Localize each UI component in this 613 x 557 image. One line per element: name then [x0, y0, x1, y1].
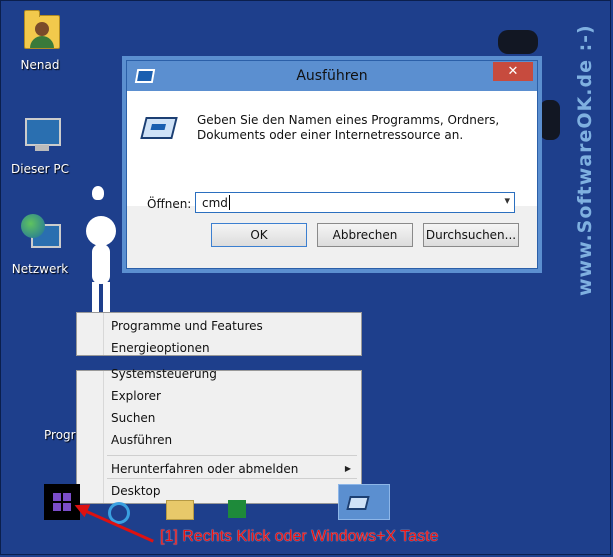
cancel-button[interactable]: Abbrechen — [317, 223, 413, 247]
taskbar-run-icon[interactable] — [338, 484, 390, 520]
run-program-icon — [140, 117, 178, 139]
menu-item-control-panel[interactable]: Systemsteuerung — [111, 367, 217, 381]
menu-separator — [107, 478, 357, 479]
desktop-icon-programs[interactable]: Progr — [26, 428, 76, 442]
watermark-text: www.SoftwareOK.de :-) — [574, 24, 596, 296]
desktop-icon-label: Dieser PC — [11, 162, 69, 176]
dialog-title: Ausführen — [296, 68, 368, 84]
stick-figure-body — [92, 244, 110, 284]
computer-icon — [17, 112, 63, 158]
climber-figure-icon — [498, 30, 538, 54]
annotation-text: [1] Rechts Klick oder Windows+X Taste — [160, 528, 439, 545]
chevron-right-icon: ▶ — [344, 464, 351, 473]
menu-item-search[interactable]: Suchen — [111, 411, 155, 425]
dialog-body: Geben Sie den Namen eines Programms, Ord… — [127, 91, 537, 213]
taskbar-ie-icon[interactable] — [104, 484, 130, 524]
desktop-icon-nenad[interactable]: Nenad — [0, 8, 80, 72]
context-menu-top: Programme und Features Energieoptionen — [76, 312, 362, 356]
menu-item-programs-features[interactable]: Programme und Features — [111, 319, 263, 333]
stick-figure-head — [86, 216, 116, 246]
close-button[interactable]: ✕ — [493, 62, 533, 81]
dialog-titlebar[interactable]: Ausführen ✕ — [127, 61, 537, 91]
menu-item-run[interactable]: Ausführen — [111, 433, 172, 447]
menu-item-explorer[interactable]: Explorer — [111, 389, 161, 403]
ok-button[interactable]: OK — [211, 223, 307, 247]
menu-item-power-options[interactable]: Energieoptionen — [111, 341, 210, 355]
climber-figure-icon — [540, 100, 560, 140]
browse-button[interactable]: Durchsuchen... — [423, 223, 519, 247]
desktop-icon-label: Netzwerk — [11, 262, 69, 276]
windows-logo-icon — [53, 493, 71, 511]
taskbar-explorer-icon[interactable] — [164, 484, 194, 520]
menu-separator — [107, 455, 357, 456]
user-folder-icon — [17, 8, 63, 54]
desktop-icon-label: Nenad — [20, 58, 60, 72]
desktop-icon-netzwerk[interactable]: Netzwerk — [0, 212, 80, 276]
run-dialog: Ausführen ✕ Geben Sie den Namen eines Pr… — [126, 60, 538, 269]
run-icon — [346, 496, 370, 510]
network-icon — [17, 212, 63, 258]
desktop-icon-dieser-pc[interactable]: Dieser PC — [0, 112, 80, 176]
desktop-icon-label: Progr — [44, 428, 76, 442]
dialog-description: Geben Sie den Namen eines Programms, Ord… — [197, 113, 500, 142]
dialog-footer: OK Abbrechen Durchsuchen... — [127, 206, 537, 268]
watermark: www.SoftwareOK.de :-) — [568, 24, 608, 302]
lightbulb-icon — [92, 186, 104, 200]
taskbar-store-icon[interactable] — [226, 484, 250, 520]
menu-item-shutdown[interactable]: Herunterfahren oder abmelden — [111, 462, 298, 476]
